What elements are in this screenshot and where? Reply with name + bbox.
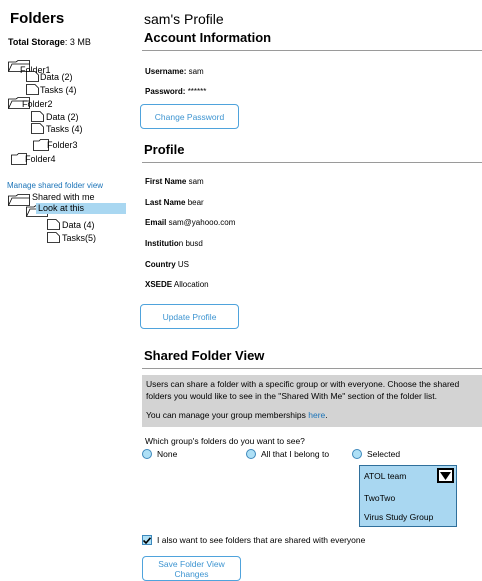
- tree-folder1-data[interactable]: Data (2): [26, 71, 73, 82]
- group-membership-link[interactable]: here: [308, 410, 325, 420]
- info-text: You can manage your group memberships he…: [146, 410, 328, 420]
- last-name-field: Last Name bear: [145, 198, 204, 207]
- file-icon: [47, 232, 60, 243]
- tree-folder2[interactable]: Folder2: [8, 96, 53, 109]
- first-name-field: First Name sam: [145, 177, 204, 186]
- radio-selected[interactable]: Selected: [352, 449, 400, 459]
- group-option[interactable]: Virus Study Group: [364, 512, 433, 522]
- xsede-field: XSEDE Allocation: [145, 280, 209, 289]
- save-folder-view-button[interactable]: Save Folder View Changes: [142, 556, 241, 581]
- dropdown-arrow-icon[interactable]: [437, 468, 454, 483]
- group-option[interactable]: ATOL team: [364, 471, 406, 481]
- file-icon: [26, 84, 39, 95]
- group-option[interactable]: TwoTwo: [364, 493, 395, 503]
- tree-shared-data[interactable]: Data (4): [47, 219, 95, 230]
- radio-circle-icon: [352, 449, 362, 459]
- manage-shared-folder-link[interactable]: Manage shared folder view: [7, 181, 103, 190]
- username-field: Username: sam: [145, 67, 204, 76]
- email-field: Email sam@yahooo.com: [145, 218, 236, 227]
- group-question: Which group's folders do you want to see…: [145, 436, 305, 446]
- tree-look-at-this[interactable]: Look at this: [26, 203, 126, 217]
- checkmark-icon: [142, 531, 152, 549]
- divider: [142, 50, 482, 51]
- radio-circle-icon: [142, 449, 152, 459]
- tree-folder2-data[interactable]: Data (2): [31, 111, 79, 122]
- radio-circle-icon: [246, 449, 256, 459]
- country-field: Country US: [145, 260, 190, 269]
- shared-folder-heading: Shared Folder View: [144, 348, 265, 363]
- tree-folder3[interactable]: Folder3: [33, 139, 78, 151]
- share-everyone-label: I also want to see folders that are shar…: [157, 535, 366, 545]
- tree-folder4[interactable]: Folder4: [11, 153, 56, 165]
- file-icon: [31, 111, 44, 122]
- tree-folder1-tasks[interactable]: Tasks (4): [26, 84, 77, 95]
- file-icon: [26, 71, 39, 82]
- share-everyone-checkbox[interactable]: [142, 535, 152, 545]
- file-icon: [47, 219, 60, 230]
- divider: [142, 162, 482, 163]
- profile-heading: Profile: [144, 142, 185, 157]
- shared-info-box: Users can share a folder with a specific…: [142, 375, 482, 427]
- info-text: Users can share a folder with a specific…: [146, 379, 460, 389]
- divider: [142, 368, 482, 369]
- account-heading: Account Information: [144, 30, 272, 45]
- sidebar-title: Folders: [10, 10, 65, 27]
- radio-none[interactable]: None: [142, 449, 177, 459]
- tree-folder2-tasks[interactable]: Tasks (4): [31, 123, 83, 134]
- change-password-button[interactable]: Change Password: [140, 104, 239, 129]
- total-storage: Total Storage: 3 MB: [8, 37, 91, 47]
- password-field: Password: ******: [145, 87, 207, 96]
- update-profile-button[interactable]: Update Profile: [140, 304, 239, 329]
- info-text: folders you would like to see in the "Sh…: [146, 391, 437, 401]
- tree-shared-tasks[interactable]: Tasks(5): [47, 232, 96, 243]
- page-title: sam's Profile: [144, 11, 224, 27]
- institution-field: Institution busd: [145, 239, 203, 248]
- file-icon: [31, 123, 44, 134]
- radio-all[interactable]: All that I belong to: [246, 449, 329, 459]
